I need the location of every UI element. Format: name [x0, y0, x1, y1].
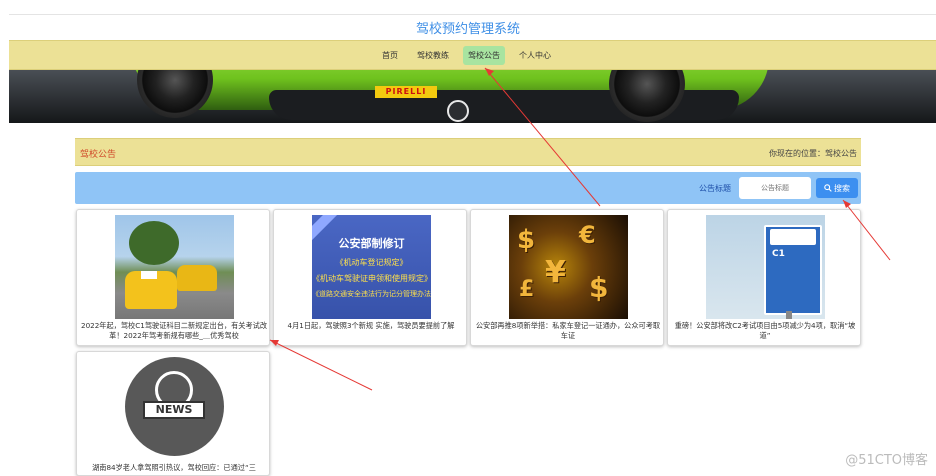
site-title: 驾校预约管理系统	[415, 22, 520, 37]
section-title: 驾校公告	[80, 150, 117, 160]
news-icon: NEWS	[143, 401, 205, 419]
announcement-title[interactable]: 重磅！公安部将改C2考试项目由5项减少为4项，取消“坡道”	[672, 321, 858, 341]
announcement-thumbnail: NEWS	[115, 357, 234, 461]
announcement-title[interactable]: 2022年起，驾校C1驾驶证科目二新规定出台，有关考试改革！2022年驾考新规有…	[81, 321, 267, 341]
announcement-card[interactable]: 2022年起，驾校C1驾驶证科目二新规定出台，有关考试改革！2022年驾考新规有…	[76, 209, 270, 346]
sign-label: C1	[772, 249, 785, 259]
announcement-thumbnail: $ ¥ € $ £	[509, 215, 628, 319]
thumb-text: 《道路交通安全违法行为记分管理办法》	[312, 290, 431, 298]
carousel-logo-icon	[447, 100, 469, 122]
nav-item-home[interactable]: 首页	[377, 46, 403, 65]
search-icon	[824, 184, 832, 192]
announcement-thumbnail: C1	[706, 215, 825, 319]
announcement-card[interactable]: $ ¥ € $ £ 公安部再推8项新举措：私家车登记一证通办，公众可考取车证	[470, 209, 664, 346]
page: 驾校预约管理系统 首页 驾校教练 驾校公告 个人中心 PIRELLI 驾校公告 …	[0, 0, 936, 476]
section-header: 驾校公告 你现在的位置：驾校公告	[75, 138, 861, 166]
watermark: @51CTO博客	[845, 453, 928, 468]
announcement-card[interactable]: C1 重磅！公安部将改C2考试项目由5项减少为4项，取消“坡道”	[667, 209, 861, 346]
thumb-text: 公安部制修订	[338, 237, 405, 250]
top-divider	[9, 14, 936, 15]
announcement-title[interactable]: 湖南84岁老人拿驾照引热议，驾校回应：已通过“三	[81, 463, 267, 473]
search-input[interactable]	[739, 177, 811, 199]
announcement-card[interactable]: 公安部制修订 《机动车登记规定》 《机动车驾驶证申领和使用规定》 《道路交通安全…	[273, 209, 467, 346]
thumb-text: 《机动车驾驶证申领和使用规定》	[312, 274, 431, 283]
search-button-label: 搜索	[834, 183, 850, 193]
nav-item-coaches[interactable]: 驾校教练	[412, 46, 454, 65]
hero-banner: PIRELLI	[9, 70, 936, 123]
search-bar: 公告标题 搜索	[75, 172, 861, 204]
breadcrumb-location: 你现在的位置：驾校公告	[769, 149, 857, 158]
announcement-card[interactable]: NEWS 湖南84岁老人拿驾照引热议，驾校回应：已通过“三	[76, 351, 270, 476]
search-label: 公告标题	[699, 184, 731, 193]
nav-item-profile[interactable]: 个人中心	[514, 46, 556, 65]
search-button[interactable]: 搜索	[816, 178, 858, 198]
announcement-title[interactable]: 4月1日起，驾驶照3个新规 实施，驾驶员要提前了解	[278, 321, 464, 331]
nav-item-announcements[interactable]: 驾校公告	[463, 46, 505, 65]
announcement-title[interactable]: 公安部再推8项新举措：私家车登记一证通办，公众可考取车证	[475, 321, 661, 341]
announcement-thumbnail: 公安部制修订 《机动车登记规定》 《机动车驾驶证申领和使用规定》 《道路交通安全…	[312, 215, 431, 319]
main-navbar: 首页 驾校教练 驾校公告 个人中心	[9, 40, 936, 70]
thumb-text: 《机动车登记规定》	[335, 258, 408, 267]
announcement-thumbnail	[115, 215, 234, 319]
pirelli-logo: PIRELLI	[375, 86, 437, 98]
